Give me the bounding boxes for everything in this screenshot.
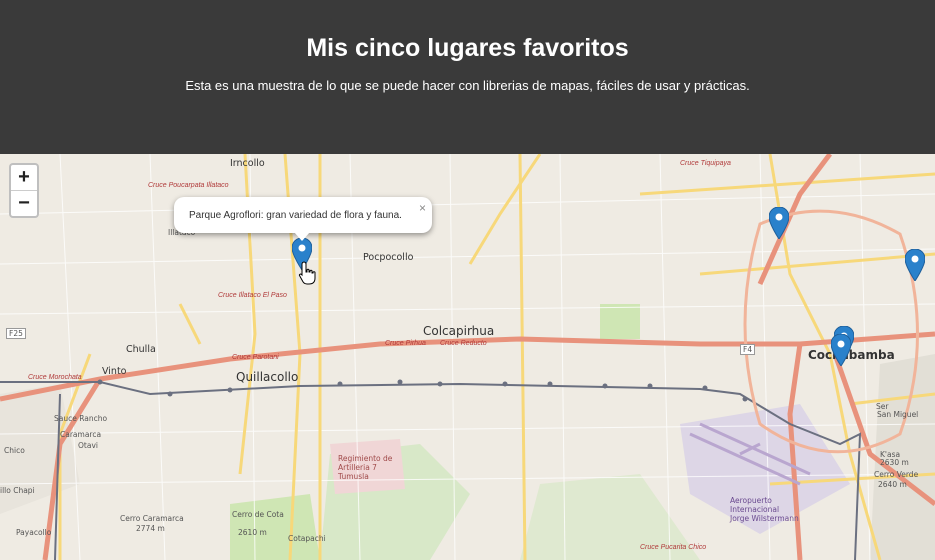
road-label-tiquipaya: Cruce Tiquipaya <box>680 160 731 167</box>
popup-tip <box>294 232 310 241</box>
place-label-alt-2630: 2630 m <box>880 458 909 467</box>
marker-popup: Parque Agroflori: gran variedad de flora… <box>174 197 432 241</box>
place-label-illo-chapi: illo Chapi <box>0 486 35 495</box>
road-label-poucarpata: Cruce Poucarpata Illataco <box>148 182 229 189</box>
page-title: Mis cinco lugares favoritos <box>306 34 629 62</box>
place-label-cerro-ser: Ser <box>876 402 889 411</box>
place-label-quillacollo: Quillacollo <box>236 370 299 384</box>
place-label-irncollo: Irncollo <box>230 158 265 169</box>
place-label-payacollo: Payacollo <box>16 528 52 537</box>
road-label-pirhua: Cruce Pirhua <box>385 340 426 347</box>
map-marker-2[interactable] <box>905 249 925 281</box>
hand-cursor-icon <box>298 261 316 285</box>
road-label-morochata: Cruce Morochata <box>28 374 82 381</box>
road-shield-f25: F25 <box>6 328 26 339</box>
place-label-san-miguel: San Miguel <box>877 410 919 419</box>
place-label-colcapirhua: Colcapirhua <box>423 324 495 338</box>
place-label-cerro-cota: Cerro de Cota <box>232 510 284 519</box>
place-label-cotapachi: Cotapachi <box>288 534 326 543</box>
place-label-chulla: Chulla <box>126 344 156 355</box>
place-label-regimiento: Regimiento de Artilleria 7 Tumusla <box>338 454 393 481</box>
place-label-otavi: Otavi <box>78 441 98 450</box>
map-view[interactable]: Irncollo Cruce Poucarpata Illataco Cruce… <box>0 154 935 560</box>
page-subtitle: Esta es una muestra de lo que se puede h… <box>185 78 750 93</box>
zoom-out-button[interactable]: − <box>11 190 37 216</box>
place-label-aeropuerto: Aeropuerto Internacional Jorge Wilsterma… <box>730 496 799 523</box>
place-label-caramarca: Caramarca <box>60 430 102 439</box>
road-label-pucarita: Cruce Pucarita Chico <box>640 544 707 551</box>
map-marker-4[interactable] <box>831 334 851 366</box>
place-label-cota-alt: 2610 m <box>238 528 267 537</box>
road-label-reducto: Cruce Reducto <box>440 340 487 347</box>
map-marker-1[interactable] <box>769 207 789 239</box>
place-label-cerro-verde: Cerro Verde <box>874 470 919 479</box>
place-label-alt-2640: 2640 m <box>878 480 907 489</box>
popup-close-button[interactable]: × <box>419 201 426 215</box>
place-label-caramarca-alt: 2774 m <box>136 524 165 533</box>
place-label-sauce-rancho: Sauce Rancho <box>54 414 108 423</box>
road-label-parotani: Cruce Parotani <box>232 354 279 361</box>
zoom-control: + − <box>9 163 39 218</box>
place-label-chico: Chico <box>4 446 25 455</box>
zoom-in-button[interactable]: + <box>11 165 37 190</box>
page-header: Mis cinco lugares favoritos Esta es una … <box>0 0 935 154</box>
place-label-vinto: Vinto <box>102 366 127 377</box>
road-shield-f4: F4 <box>740 344 756 355</box>
place-label-cerro-caramarca: Cerro Caramarca <box>120 514 184 523</box>
place-label-pocpocollo: Pocpocollo <box>363 252 414 263</box>
road-label-el-paso: Cruce Illataco El Paso <box>218 292 287 299</box>
popup-text: Parque Agroflori: gran variedad de flora… <box>189 210 402 221</box>
